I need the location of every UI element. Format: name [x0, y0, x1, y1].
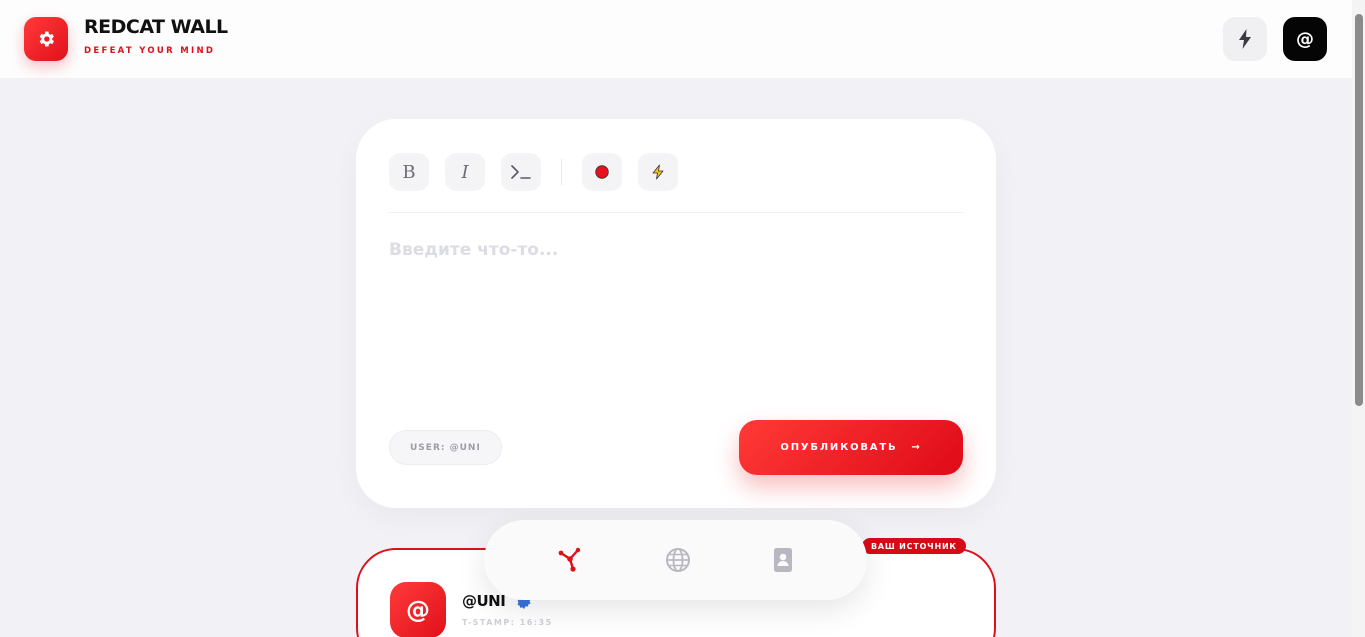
- contact-card-icon: [774, 548, 792, 572]
- post-timestamp: T-STAMP: 16:35: [462, 618, 553, 627]
- nav-contacts[interactable]: [769, 546, 797, 574]
- app-subtitle: DEFEAT YOUR MIND: [84, 46, 216, 56]
- nav-network[interactable]: [556, 546, 584, 574]
- arrow-right-icon: →: [911, 442, 922, 453]
- record-button[interactable]: [582, 153, 622, 191]
- lightning-button[interactable]: [1223, 17, 1267, 61]
- flash-button[interactable]: [638, 153, 678, 191]
- app-title: REDCAT WALL: [84, 16, 228, 38]
- code-button[interactable]: [501, 153, 541, 191]
- post-username[interactable]: @UNI: [462, 592, 506, 610]
- app-header: REDCAT WALL DEFEAT YOUR MIND @: [0, 0, 1352, 78]
- user-badge: USER: @UNI: [389, 430, 502, 465]
- bold-button[interactable]: B: [389, 153, 429, 191]
- post-avatar[interactable]: @: [390, 582, 446, 637]
- lightning-icon: [1239, 29, 1251, 49]
- italic-button[interactable]: I: [445, 153, 485, 191]
- publish-button[interactable]: ОПУБЛИКОВАТЬ →: [739, 420, 963, 475]
- post-text-input[interactable]: Введите что-то...: [389, 240, 558, 260]
- publish-label: ОПУБЛИКОВАТЬ: [780, 442, 898, 453]
- app-logo[interactable]: [24, 17, 68, 61]
- nav-global[interactable]: [664, 546, 692, 574]
- terminal-icon: [511, 165, 531, 179]
- network-icon: [558, 547, 581, 572]
- globe-icon: [666, 548, 690, 572]
- toolbar-divider: [561, 159, 562, 185]
- post-editor: B I Введите что-то... USER: @UNI ОПУБЛИК…: [356, 119, 996, 508]
- profile-button[interactable]: @: [1283, 17, 1327, 61]
- bottom-nav: [484, 520, 867, 600]
- lightning-icon: [652, 164, 664, 180]
- editor-divider: [389, 212, 963, 213]
- scrollbar-thumb[interactable]: [1355, 14, 1363, 406]
- source-badge: ВАШ ИСТОЧНИК: [862, 538, 966, 554]
- page-scrollbar[interactable]: [1352, 0, 1365, 637]
- gear-icon: [39, 31, 54, 47]
- record-icon: [595, 165, 609, 179]
